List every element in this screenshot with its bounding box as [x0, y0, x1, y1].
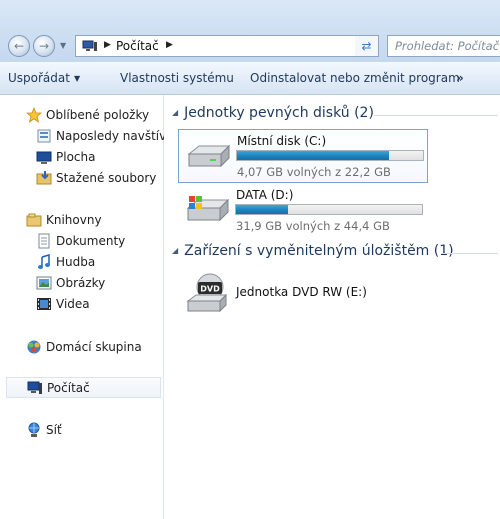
search-input[interactable]: Prohledat: Počítač [387, 35, 500, 57]
network-icon [28, 422, 40, 437]
hard-drive-icon [187, 144, 231, 168]
recent-pages-dropdown[interactable]: ▼ [60, 41, 70, 51]
sidebar-item-label: Počítač [47, 381, 90, 395]
drive-usage-bar [235, 204, 423, 215]
title-bar: ← → ▼ ▶ Počítač ▶ ▼ ⇄ Prohledat: Počítač [0, 0, 500, 63]
breadcrumb-separator-icon[interactable]: ▶ [104, 40, 111, 50]
dvd-icon-label: DVD [200, 285, 220, 294]
computer-icon [82, 40, 97, 51]
group-title: Zařízení s vyměnitelným úložištěm (1) [184, 243, 454, 259]
system-properties-button[interactable]: Vlastnosti systému [120, 71, 234, 85]
drive-free-space: 4,07 GB volných z 22,2 GB [237, 165, 391, 179]
pictures-icon [36, 276, 52, 290]
libraries-icon [26, 213, 42, 227]
drive-name: Místní disk (C:) [237, 134, 327, 148]
drive-name: Jednotka DVD RW (E:) [236, 285, 367, 299]
breadcrumb-computer[interactable]: Počítač [116, 39, 159, 53]
uninstall-program-button[interactable]: Odinstalovat nebo změnit program [250, 71, 460, 85]
sidebar-item-label: Oblíbené položky [46, 108, 150, 122]
group-header-hard-disks[interactable]: ◢ Jednotky pevných disků (2) [172, 105, 374, 125]
back-button[interactable]: ← [8, 35, 30, 57]
address-bar[interactable]: ▶ Počítač ▶ ▼ [75, 35, 375, 57]
sidebar-item-label: Plocha [56, 150, 96, 164]
sidebar-item-label: Knihovny [46, 213, 102, 227]
sidebar-item-label: Obrázky [56, 276, 106, 290]
computer-icon [27, 381, 42, 394]
back-arrow-icon: ← [13, 39, 25, 53]
group-divider [374, 115, 498, 116]
group-title: Jednotky pevných disků (2) [184, 105, 374, 121]
command-bar: Uspořádat ▼ Vlastnosti systému Odinstalov… [0, 62, 500, 95]
dvd-drive-icon: DVD [186, 273, 228, 313]
drive-name: DATA (D:) [236, 188, 294, 202]
sidebar-item-label: Síť [46, 423, 62, 437]
sidebar-item-label: Naposledy navštíver [56, 129, 179, 143]
sidebar-item-label: Hudba [56, 255, 96, 269]
sidebar-item-label: Videa [56, 297, 90, 311]
forward-button[interactable]: → [33, 35, 55, 57]
sidebar-item-label: Dokumenty [56, 234, 126, 248]
drive-d[interactable]: DATA (D:) 31,9 GB volných z 44,4 GB [178, 184, 428, 238]
documents-icon [38, 233, 50, 249]
refresh-icon: ⇄ [361, 39, 372, 53]
windows-drive-icon [186, 196, 230, 222]
drive-free-space: 31,9 GB volných z 44,4 GB [236, 219, 390, 233]
homegroup-icon [27, 340, 41, 354]
drive-usage-fill [237, 151, 389, 160]
collapse-triangle-icon: ◢ [172, 108, 179, 117]
drive-usage-bar [236, 150, 424, 161]
desktop-icon [36, 151, 52, 164]
forward-arrow-icon: → [38, 39, 50, 53]
drive-c[interactable]: Místní disk (C:) 4,07 GB volných z 22,2 … [178, 129, 428, 183]
group-header-removable[interactable]: ◢ Zařízení s vyměnitelným úložištěm (1) [172, 243, 454, 263]
organize-button[interactable]: Uspořádat ▼ [8, 71, 80, 85]
star-icon [26, 107, 42, 123]
content-pane: ◢ Jednotky pevných disků (2) Místní disk … [164, 95, 500, 519]
group-divider [442, 253, 498, 254]
sidebar-item-label: Stažené soubory [56, 171, 157, 185]
downloads-folder-icon [36, 171, 52, 185]
collapse-triangle-icon: ◢ [172, 246, 179, 255]
chevron-down-icon: ▼ [73, 74, 81, 83]
sidebar-item-computer[interactable]: Počítač [6, 377, 161, 398]
breadcrumb-separator-icon[interactable]: ▶ [166, 40, 173, 50]
music-note-icon [38, 254, 50, 269]
video-film-icon [37, 298, 51, 310]
more-commands-button[interactable]: » [456, 71, 464, 85]
navigation-pane: Oblíbené položky Naposledy navštíver Plo… [0, 95, 179, 519]
drive-usage-fill [236, 205, 289, 214]
drive-dvd[interactable]: DVD Jednotka DVD RW (E:) [178, 271, 428, 317]
sidebar-item-label: Domácí skupina [46, 340, 142, 354]
organize-label: Uspořádat [8, 71, 70, 85]
refresh-button[interactable]: ⇄ [355, 35, 379, 57]
recent-places-icon [37, 129, 51, 143]
